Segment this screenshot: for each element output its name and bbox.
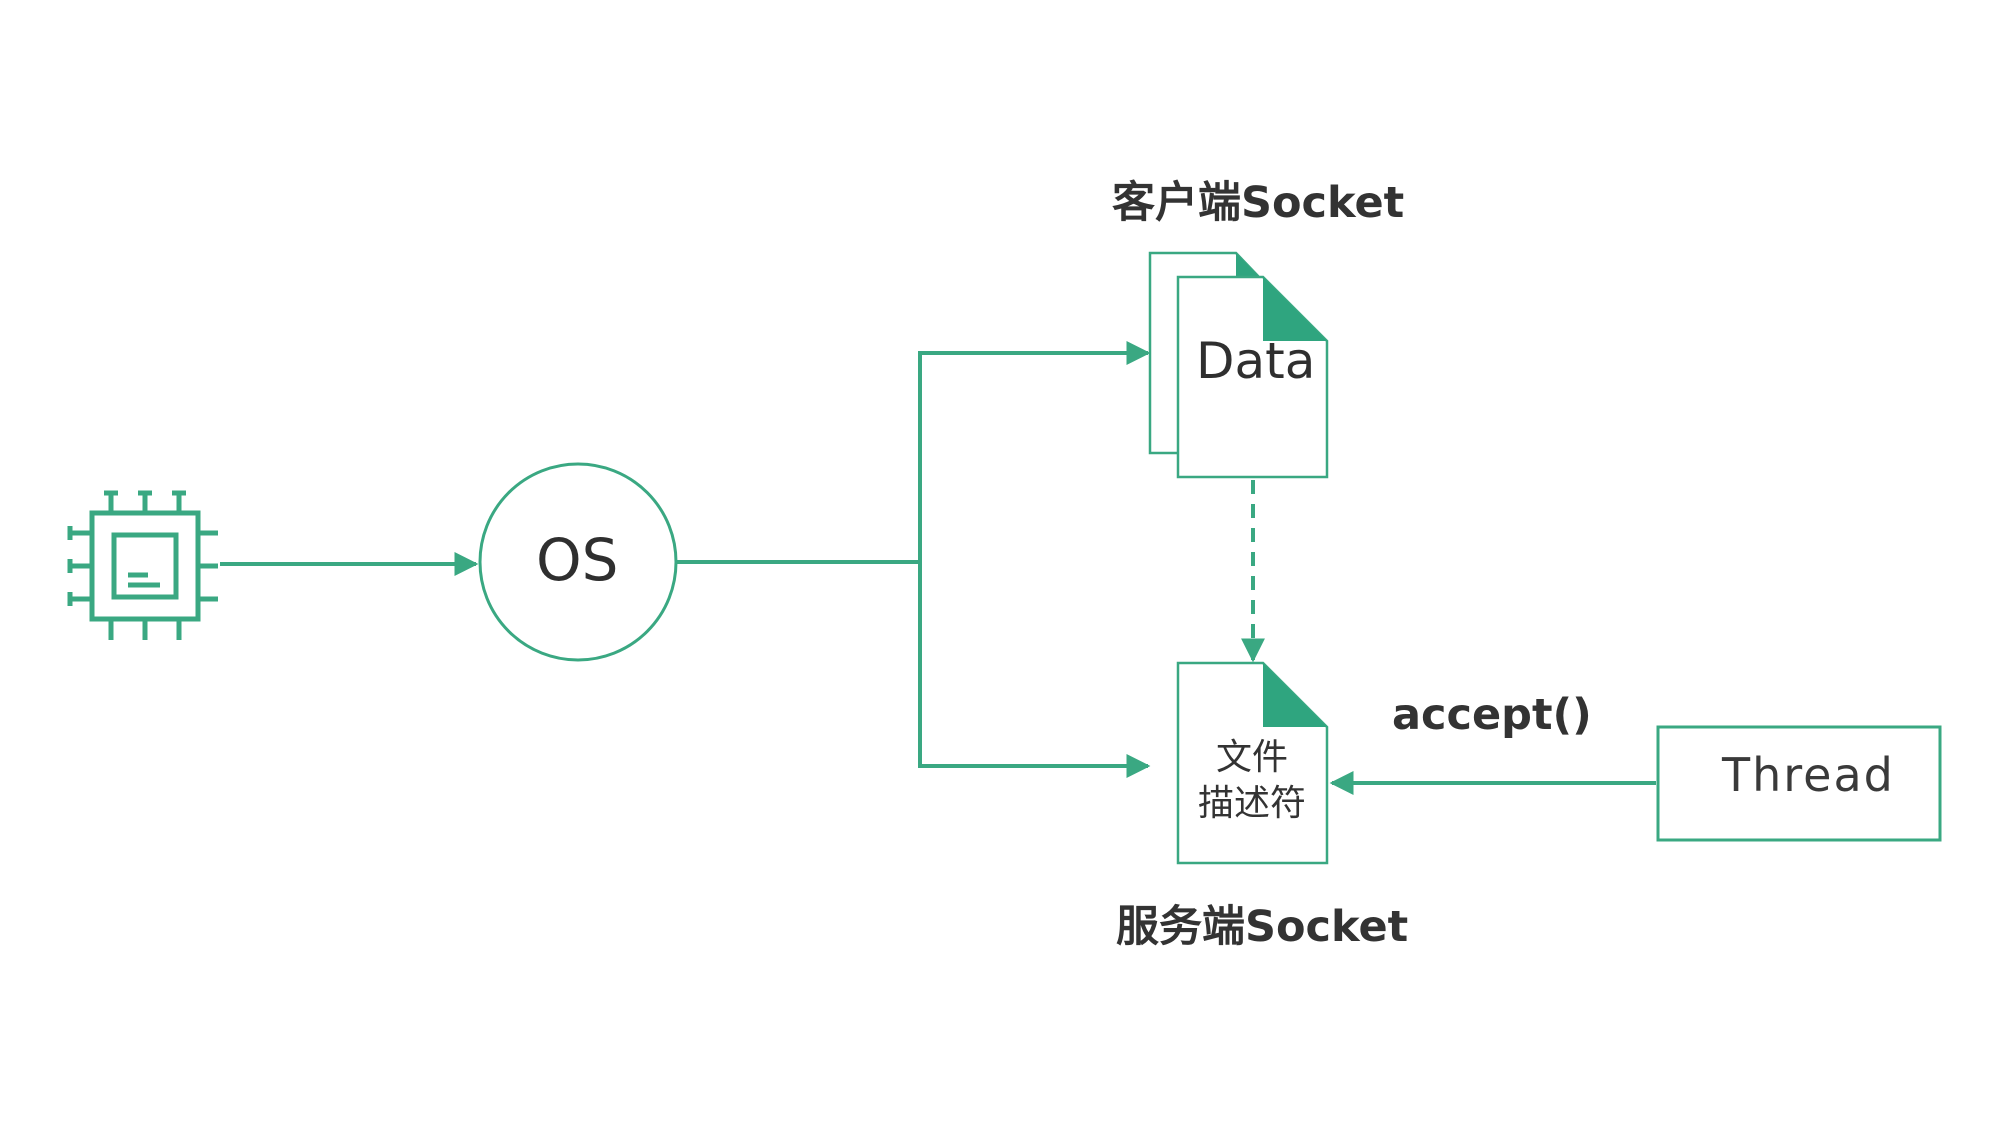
socket-accept-diagram [67,251,1942,865]
accept-edge-label: accept() [1392,690,1592,740]
edge-os-branch [676,341,1151,778]
server-socket-doc-line2: 描述符 [1197,783,1306,824]
client-socket-title: 客户端Socket [1112,178,1405,228]
cpu-chip-icon [67,490,218,640]
os-label: OS [536,526,619,594]
server-socket-doc-line1: 文件 [1215,737,1288,778]
server-socket-title: 服务端Socket [1116,902,1409,952]
thread-label: Thread [1722,748,1895,802]
server-socket-doc-label: 文件 描述符 [1186,735,1318,827]
client-socket-data-label: Data [1196,332,1316,390]
